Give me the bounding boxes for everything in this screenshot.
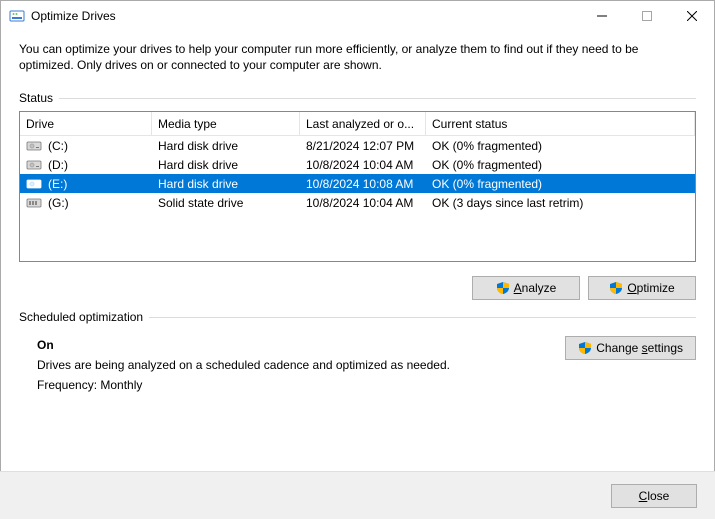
divider [59, 98, 696, 99]
window-title: Optimize Drives [31, 9, 579, 23]
change-settings-button[interactable]: Change settings [565, 336, 696, 360]
footer: Close [0, 471, 715, 519]
drive-name: (G:) [48, 196, 69, 210]
table-row[interactable]: (G:) Solid state drive10/8/2024 10:04 AMO… [20, 193, 695, 212]
table-header: Drive Media type Last analyzed or o... C… [20, 112, 695, 136]
status-section-label: Status [19, 91, 696, 105]
media-type: Hard disk drive [152, 136, 300, 155]
last-analyzed: 8/21/2024 12:07 PM [300, 136, 426, 155]
window-controls [579, 1, 714, 31]
titlebar: Optimize Drives [1, 1, 714, 31]
drive-name: (C:) [48, 139, 68, 153]
col-drive[interactable]: Drive [20, 112, 152, 135]
shield-icon [496, 281, 510, 295]
divider [149, 317, 696, 318]
current-status: OK (0% fragmented) [426, 174, 695, 193]
table-row[interactable]: (D:) Hard disk drive10/8/2024 10:04 AMOK … [20, 155, 695, 174]
drive-icon [26, 197, 42, 209]
app-icon [9, 8, 25, 24]
last-analyzed: 10/8/2024 10:04 AM [300, 155, 426, 174]
minimize-button[interactable] [579, 1, 624, 31]
col-media[interactable]: Media type [152, 112, 300, 135]
optimize-button[interactable]: Optimize [588, 276, 696, 300]
sched-section-label: Scheduled optimization [19, 310, 696, 324]
analyze-button[interactable]: Analyze [472, 276, 580, 300]
media-type: Hard disk drive [152, 155, 300, 174]
media-type: Solid state drive [152, 193, 300, 212]
drive-icon [26, 140, 42, 152]
status-label-text: Status [19, 91, 53, 105]
drive-name: (E:) [48, 177, 67, 191]
current-status: OK (0% fragmented) [426, 136, 695, 155]
last-analyzed: 10/8/2024 10:04 AM [300, 193, 426, 212]
current-status: OK (0% fragmented) [426, 155, 695, 174]
sched-desc: Drives are being analyzed on a scheduled… [37, 358, 696, 372]
media-type: Hard disk drive [152, 174, 300, 193]
col-last[interactable]: Last analyzed or o... [300, 112, 426, 135]
current-status: OK (3 days since last retrim) [426, 193, 695, 212]
maximize-button [624, 1, 669, 31]
table-row[interactable]: (E:) Hard disk drive10/8/2024 10:08 AMOK … [20, 174, 695, 193]
close-button[interactable] [669, 1, 714, 31]
drive-icon [26, 159, 42, 171]
close-dialog-button[interactable]: Close [611, 484, 697, 508]
sched-label-text: Scheduled optimization [19, 310, 143, 324]
sched-freq: Frequency: Monthly [37, 378, 696, 392]
shield-icon [578, 341, 592, 355]
action-buttons: Analyze Optimize [1, 262, 714, 310]
drives-table[interactable]: Drive Media type Last analyzed or o... C… [19, 111, 696, 262]
col-status[interactable]: Current status [426, 112, 695, 135]
drive-icon [26, 178, 42, 190]
table-row[interactable]: (C:) Hard disk drive8/21/2024 12:07 PMOK … [20, 136, 695, 155]
shield-icon [609, 281, 623, 295]
intro-text: You can optimize your drives to help you… [19, 41, 696, 73]
drive-name: (D:) [48, 158, 68, 172]
last-analyzed: 10/8/2024 10:08 AM [300, 174, 426, 193]
